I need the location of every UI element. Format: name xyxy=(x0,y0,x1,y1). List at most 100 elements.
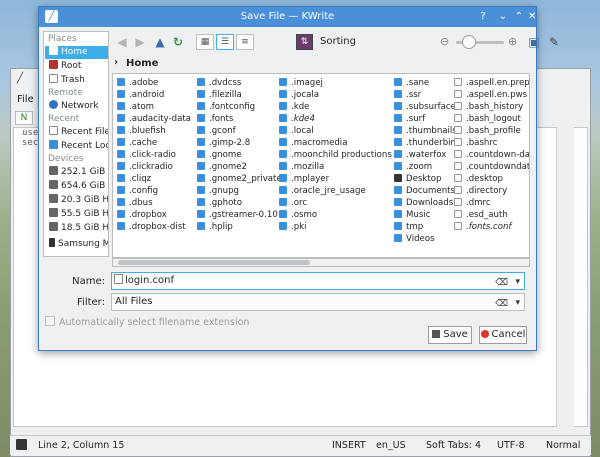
chevron-down-icon[interactable]: ▾ xyxy=(515,274,520,290)
file-item[interactable]: Documents xyxy=(394,185,459,197)
file-item[interactable]: .gphoto xyxy=(197,197,282,209)
places-item-home[interactable]: Home xyxy=(45,46,108,59)
file-item[interactable]: .hplip xyxy=(197,221,282,233)
file-item[interactable]: .fontconfig xyxy=(197,101,282,113)
file-item[interactable]: .dvdcss xyxy=(197,77,282,89)
file-item[interactable]: .zoom xyxy=(394,161,459,173)
clear-icon[interactable]: ⌫ xyxy=(495,296,508,312)
file-item[interactable]: .oracle_jre_usage xyxy=(279,185,392,197)
tab-settings-selector[interactable]: Soft Tabs: 4 xyxy=(426,440,481,451)
file-item[interactable]: .dmrc xyxy=(454,197,529,209)
file-item[interactable]: .directory xyxy=(454,185,529,197)
file-item[interactable]: .desktop xyxy=(454,173,529,185)
file-item[interactable]: Music xyxy=(394,209,459,221)
dialog-titlebar[interactable]: ╱ Save File — KWrite ? ⌄ ⌃ ✕ xyxy=(39,7,536,27)
file-item[interactable]: .bash_logout xyxy=(454,113,529,125)
places-item-drive[interactable]: 654.6 GiB Hard Drive xyxy=(45,180,108,193)
sorting-icon[interactable]: ⇅ xyxy=(296,34,313,50)
sorting-label[interactable]: Sorting xyxy=(320,36,356,47)
language-selector[interactable]: en_US xyxy=(376,440,406,451)
file-item[interactable]: .countdowndate xyxy=(454,161,529,173)
file-item[interactable]: .bluefish xyxy=(117,125,191,137)
places-item-root[interactable]: Root xyxy=(45,60,108,73)
file-item[interactable]: .local xyxy=(279,125,392,137)
file-item[interactable]: .kde xyxy=(279,101,392,113)
file-item[interactable]: .gnupg xyxy=(197,185,282,197)
file-item[interactable]: .gnome2_private xyxy=(197,173,282,185)
zoom-slider-handle[interactable] xyxy=(462,35,476,49)
file-item[interactable]: .cliqz xyxy=(117,173,191,185)
file-item[interactable]: .bashrc xyxy=(454,137,529,149)
compact-view-button[interactable]: ☰ xyxy=(216,34,234,50)
checkbox-icon[interactable] xyxy=(45,316,55,326)
forward-arrow-icon[interactable]: ▶ xyxy=(132,34,148,50)
file-item[interactable]: .esd_auth xyxy=(454,209,529,221)
file-item[interactable]: .cache xyxy=(117,137,191,149)
file-item[interactable]: .gimp-2.8 xyxy=(197,137,282,149)
file-item[interactable]: tmp xyxy=(394,221,459,233)
file-item[interactable]: .ssr xyxy=(394,89,459,101)
scrollbar-thumb[interactable] xyxy=(118,260,310,265)
places-item-samsung-mobile[interactable]: Samsung Mobile xyxy=(45,238,108,251)
filter-combobox[interactable]: All Files ⌫ ▾ xyxy=(111,293,525,311)
file-item[interactable]: .countdown-date xyxy=(454,149,529,161)
breadcrumb-home[interactable]: Home xyxy=(126,58,158,69)
insert-mode[interactable]: INSERT xyxy=(332,440,366,451)
file-item[interactable]: .imagej xyxy=(279,77,392,89)
minimize-button[interactable]: ⌄ xyxy=(496,10,510,24)
file-item[interactable]: .dropbox xyxy=(117,209,191,221)
file-item[interactable]: .dropbox-dist xyxy=(117,221,191,233)
file-item[interactable]: Downloads xyxy=(394,197,459,209)
places-item-trash[interactable]: Trash xyxy=(45,74,108,87)
places-item-drive[interactable]: 55.5 GiB Hard Drive xyxy=(45,208,108,221)
file-item[interactable]: .gnome2 xyxy=(197,161,282,173)
cancel-button[interactable]: Cancel xyxy=(479,326,527,344)
kwrite-toolbar-new-button[interactable]: N xyxy=(15,111,33,125)
places-item-recent-files[interactable]: Recent Files xyxy=(45,126,108,139)
file-item[interactable]: .android xyxy=(117,89,191,101)
file-item[interactable]: .fonts xyxy=(197,113,282,125)
save-status-icon[interactable] xyxy=(16,439,27,450)
close-button[interactable]: ✕ xyxy=(528,10,536,24)
zoom-out-icon[interactable]: ⊖ xyxy=(440,35,449,48)
file-item[interactable]: .filezilla xyxy=(197,89,282,101)
file-item[interactable]: Desktop xyxy=(394,173,459,185)
file-item[interactable]: .audacity-data xyxy=(117,113,191,125)
icon-view-button[interactable]: ▦ xyxy=(196,34,214,50)
chevron-down-icon[interactable]: ▾ xyxy=(515,295,520,311)
file-item[interactable]: .moonchild productions xyxy=(279,149,392,161)
file-item[interactable]: .dbus xyxy=(117,197,191,209)
cursor-position[interactable]: Line 2, Column 15 xyxy=(38,440,124,451)
places-item-recent-locations[interactable]: Recent Locations xyxy=(45,140,108,153)
options-icon[interactable]: ✎ xyxy=(546,34,562,50)
file-item[interactable]: .clickradio xyxy=(117,161,191,173)
help-button[interactable]: ? xyxy=(476,10,490,24)
file-item[interactable]: .mozilla xyxy=(279,161,392,173)
file-item[interactable]: .jocala xyxy=(279,89,392,101)
up-arrow-icon[interactable]: ▲ xyxy=(152,34,168,50)
back-arrow-icon[interactable]: ◀ xyxy=(114,34,130,50)
reload-icon[interactable]: ↻ xyxy=(170,34,186,50)
places-item-network[interactable]: Network xyxy=(45,100,108,113)
file-item[interactable]: .waterfox xyxy=(394,149,459,161)
places-item-drive[interactable]: 252.1 GiB Hard Drive xyxy=(45,166,108,179)
file-item[interactable]: .gstreamer-0.10 xyxy=(197,209,282,221)
file-item[interactable]: .surf xyxy=(394,113,459,125)
save-button[interactable]: Save xyxy=(428,326,472,344)
file-item[interactable]: .pki xyxy=(279,221,392,233)
filename-input[interactable]: login.conf ⌫ ▾ xyxy=(111,272,525,290)
encoding-selector[interactable]: UTF-8 xyxy=(497,440,525,451)
file-item[interactable]: .adobe xyxy=(117,77,191,89)
file-list[interactable]: .adobe .android .atom .audacity-data .bl… xyxy=(112,73,530,258)
editor-scrollbar[interactable] xyxy=(556,127,574,427)
file-item[interactable]: .subsurface xyxy=(394,101,459,113)
file-item[interactable]: .aspell.en.prepl xyxy=(454,77,529,89)
file-item[interactable]: .click-radio xyxy=(117,149,191,161)
clear-icon[interactable]: ⌫ xyxy=(495,275,508,291)
auto-extension-checkbox[interactable]: Automatically select filename extension xyxy=(45,316,249,328)
file-item[interactable]: .config xyxy=(117,185,191,197)
file-item[interactable]: .atom xyxy=(117,101,191,113)
places-item-drive[interactable]: 18.5 GiB Hard Drive xyxy=(45,222,108,235)
file-item[interactable]: Videos xyxy=(394,233,459,245)
file-item[interactable]: .bash_history xyxy=(454,101,529,113)
